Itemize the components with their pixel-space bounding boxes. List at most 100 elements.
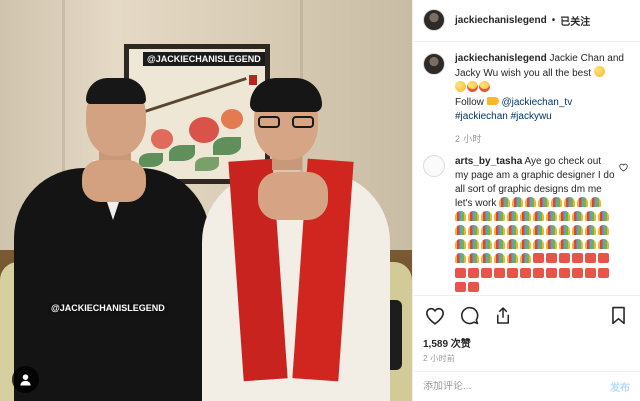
like-button[interactable] (423, 304, 447, 328)
fan-emoji-icon (512, 196, 524, 207)
post-comment-button[interactable]: 发布 (610, 379, 630, 394)
glasses (258, 116, 314, 128)
hundred-points-emoji-icon (585, 267, 596, 278)
action-bar (413, 295, 640, 335)
header-username[interactable]: jackiechanislegend (455, 15, 547, 26)
caption-username[interactable]: jackiechanislegend (455, 53, 547, 64)
fan-emoji-icon (468, 253, 479, 264)
fan-emoji-icon (559, 239, 570, 250)
hashtag-link[interactable]: #jackiechan (455, 111, 508, 122)
mention-link[interactable]: @jackiechan_tv (501, 97, 572, 108)
fan-emoji-icon (551, 196, 563, 207)
like-count[interactable]: 1,589 次赞 (413, 335, 640, 350)
comments-list[interactable]: jackiechanislegend Jackie Chan and Jacky… (413, 42, 640, 295)
user-icon (20, 374, 31, 386)
post-timestamp: 2 小时前 (423, 354, 456, 364)
post-header: jackiechanislegend • 已关注 (413, 0, 640, 42)
fan-emoji-icon (455, 211, 466, 222)
avatar[interactable] (423, 9, 445, 32)
hundred-points-emoji-icon (533, 267, 544, 278)
fan-emoji-icon (455, 239, 466, 250)
comment-input[interactable] (423, 381, 610, 393)
hundred-points-emoji-icon (546, 267, 557, 278)
fan-emoji-icon (533, 239, 544, 250)
fan-emoji-icon (507, 211, 518, 222)
speech-bubble-icon (460, 307, 478, 325)
hundred-points-emoji-icon (546, 253, 557, 264)
fan-emoji-icon (494, 239, 505, 250)
heart-outline-icon (425, 307, 445, 325)
photo-watermark: @JACKIECHANISLEGEND (48, 303, 168, 314)
fan-emoji-icon (533, 211, 544, 222)
fan-emoji-icon (507, 253, 518, 264)
fan-emoji-icon (577, 196, 589, 207)
post-photo[interactable]: @JACKIECHANISLEGEND @JACKIECHANISLEGEND (0, 0, 412, 401)
fan-emoji-icon (598, 225, 609, 236)
fan-emoji-icon (468, 225, 479, 236)
fan-emoji-icon (481, 253, 492, 264)
instagram-post: @JACKIECHANISLEGEND @JACKIECHANISLEGEND … (0, 0, 640, 401)
heart-eyes-emoji-icon (467, 80, 478, 92)
caption-follow-word: Follow (455, 96, 484, 108)
painting-seal (249, 75, 257, 85)
fan-emoji-icon (455, 225, 466, 236)
fan-emoji-icon (481, 211, 492, 222)
fan-emoji-icon (598, 211, 609, 222)
fan-emoji-icon (481, 225, 492, 236)
hundred-points-emoji-icon (559, 267, 570, 278)
hundred-points-emoji-icon (455, 267, 466, 278)
hundred-points-emoji-icon (572, 267, 583, 278)
fan-emoji-icon (538, 196, 550, 207)
fan-emoji-icon (468, 211, 479, 222)
comment-avatar[interactable] (423, 154, 445, 177)
caption-time: 2 小时 (455, 133, 482, 144)
fan-emoji-icon (494, 225, 505, 236)
fan-emoji-icon (572, 239, 583, 250)
hundred-points-emoji-icon (468, 267, 479, 278)
fan-emoji-icon (494, 211, 505, 222)
fan-emoji-icon (572, 225, 583, 236)
fan-emoji-icon (546, 239, 557, 250)
comment-username[interactable]: arts_by_tasha (455, 156, 522, 167)
fan-emoji-icon (520, 225, 531, 236)
hundred-points-emoji-icon (585, 253, 596, 264)
smile-emoji-icon (455, 80, 466, 92)
follow-status-button[interactable]: 已关注 (560, 13, 590, 28)
painting-watermark: @JACKIECHANISLEGEND (143, 52, 265, 66)
fan-emoji-icon (585, 211, 596, 222)
hundred-points-emoji-icon (507, 267, 518, 278)
hundred-points-emoji-icon (572, 253, 583, 264)
fan-emoji-icon (546, 211, 557, 222)
fan-emoji-icon (481, 239, 492, 250)
bookmark-icon (611, 306, 625, 325)
caption-avatar[interactable] (423, 52, 445, 75)
fan-emoji-icon (468, 239, 479, 250)
comment-item: arts_by_tasha Aye go check out my page a… (423, 154, 630, 295)
fan-emoji-icon (559, 211, 570, 222)
hashtag-link[interactable]: #jackywu (511, 111, 552, 122)
like-comment-button[interactable] (619, 159, 628, 177)
hundred-points-emoji-icon (520, 267, 531, 278)
hundred-points-emoji-icon (494, 267, 505, 278)
comment-button[interactable] (457, 304, 481, 328)
fan-emoji-icon (520, 211, 531, 222)
post-sidebar: jackiechanislegend • 已关注 jackiechanisleg… (412, 0, 640, 401)
fan-emoji-icon (507, 225, 518, 236)
fan-emoji-icon (499, 196, 511, 207)
add-comment-bar: 发布 (413, 371, 640, 401)
fan-emoji-icon (590, 196, 602, 207)
heart-eyes-emoji-icon (479, 80, 490, 92)
hundred-points-emoji-icon (598, 267, 609, 278)
fan-emoji-icon (525, 196, 537, 207)
heart-outline-icon (619, 163, 628, 172)
fan-emoji-icon (520, 239, 531, 250)
fan-emoji-icon (564, 196, 576, 207)
share-button[interactable] (491, 304, 515, 328)
header-separator: • (551, 14, 556, 26)
fan-emoji-icon (455, 253, 466, 264)
tagged-users-button[interactable] (12, 366, 39, 393)
fan-emoji-icon (559, 225, 570, 236)
fan-emoji-icon (546, 225, 557, 236)
fan-emoji-icon (507, 239, 518, 250)
save-button[interactable] (606, 304, 630, 328)
